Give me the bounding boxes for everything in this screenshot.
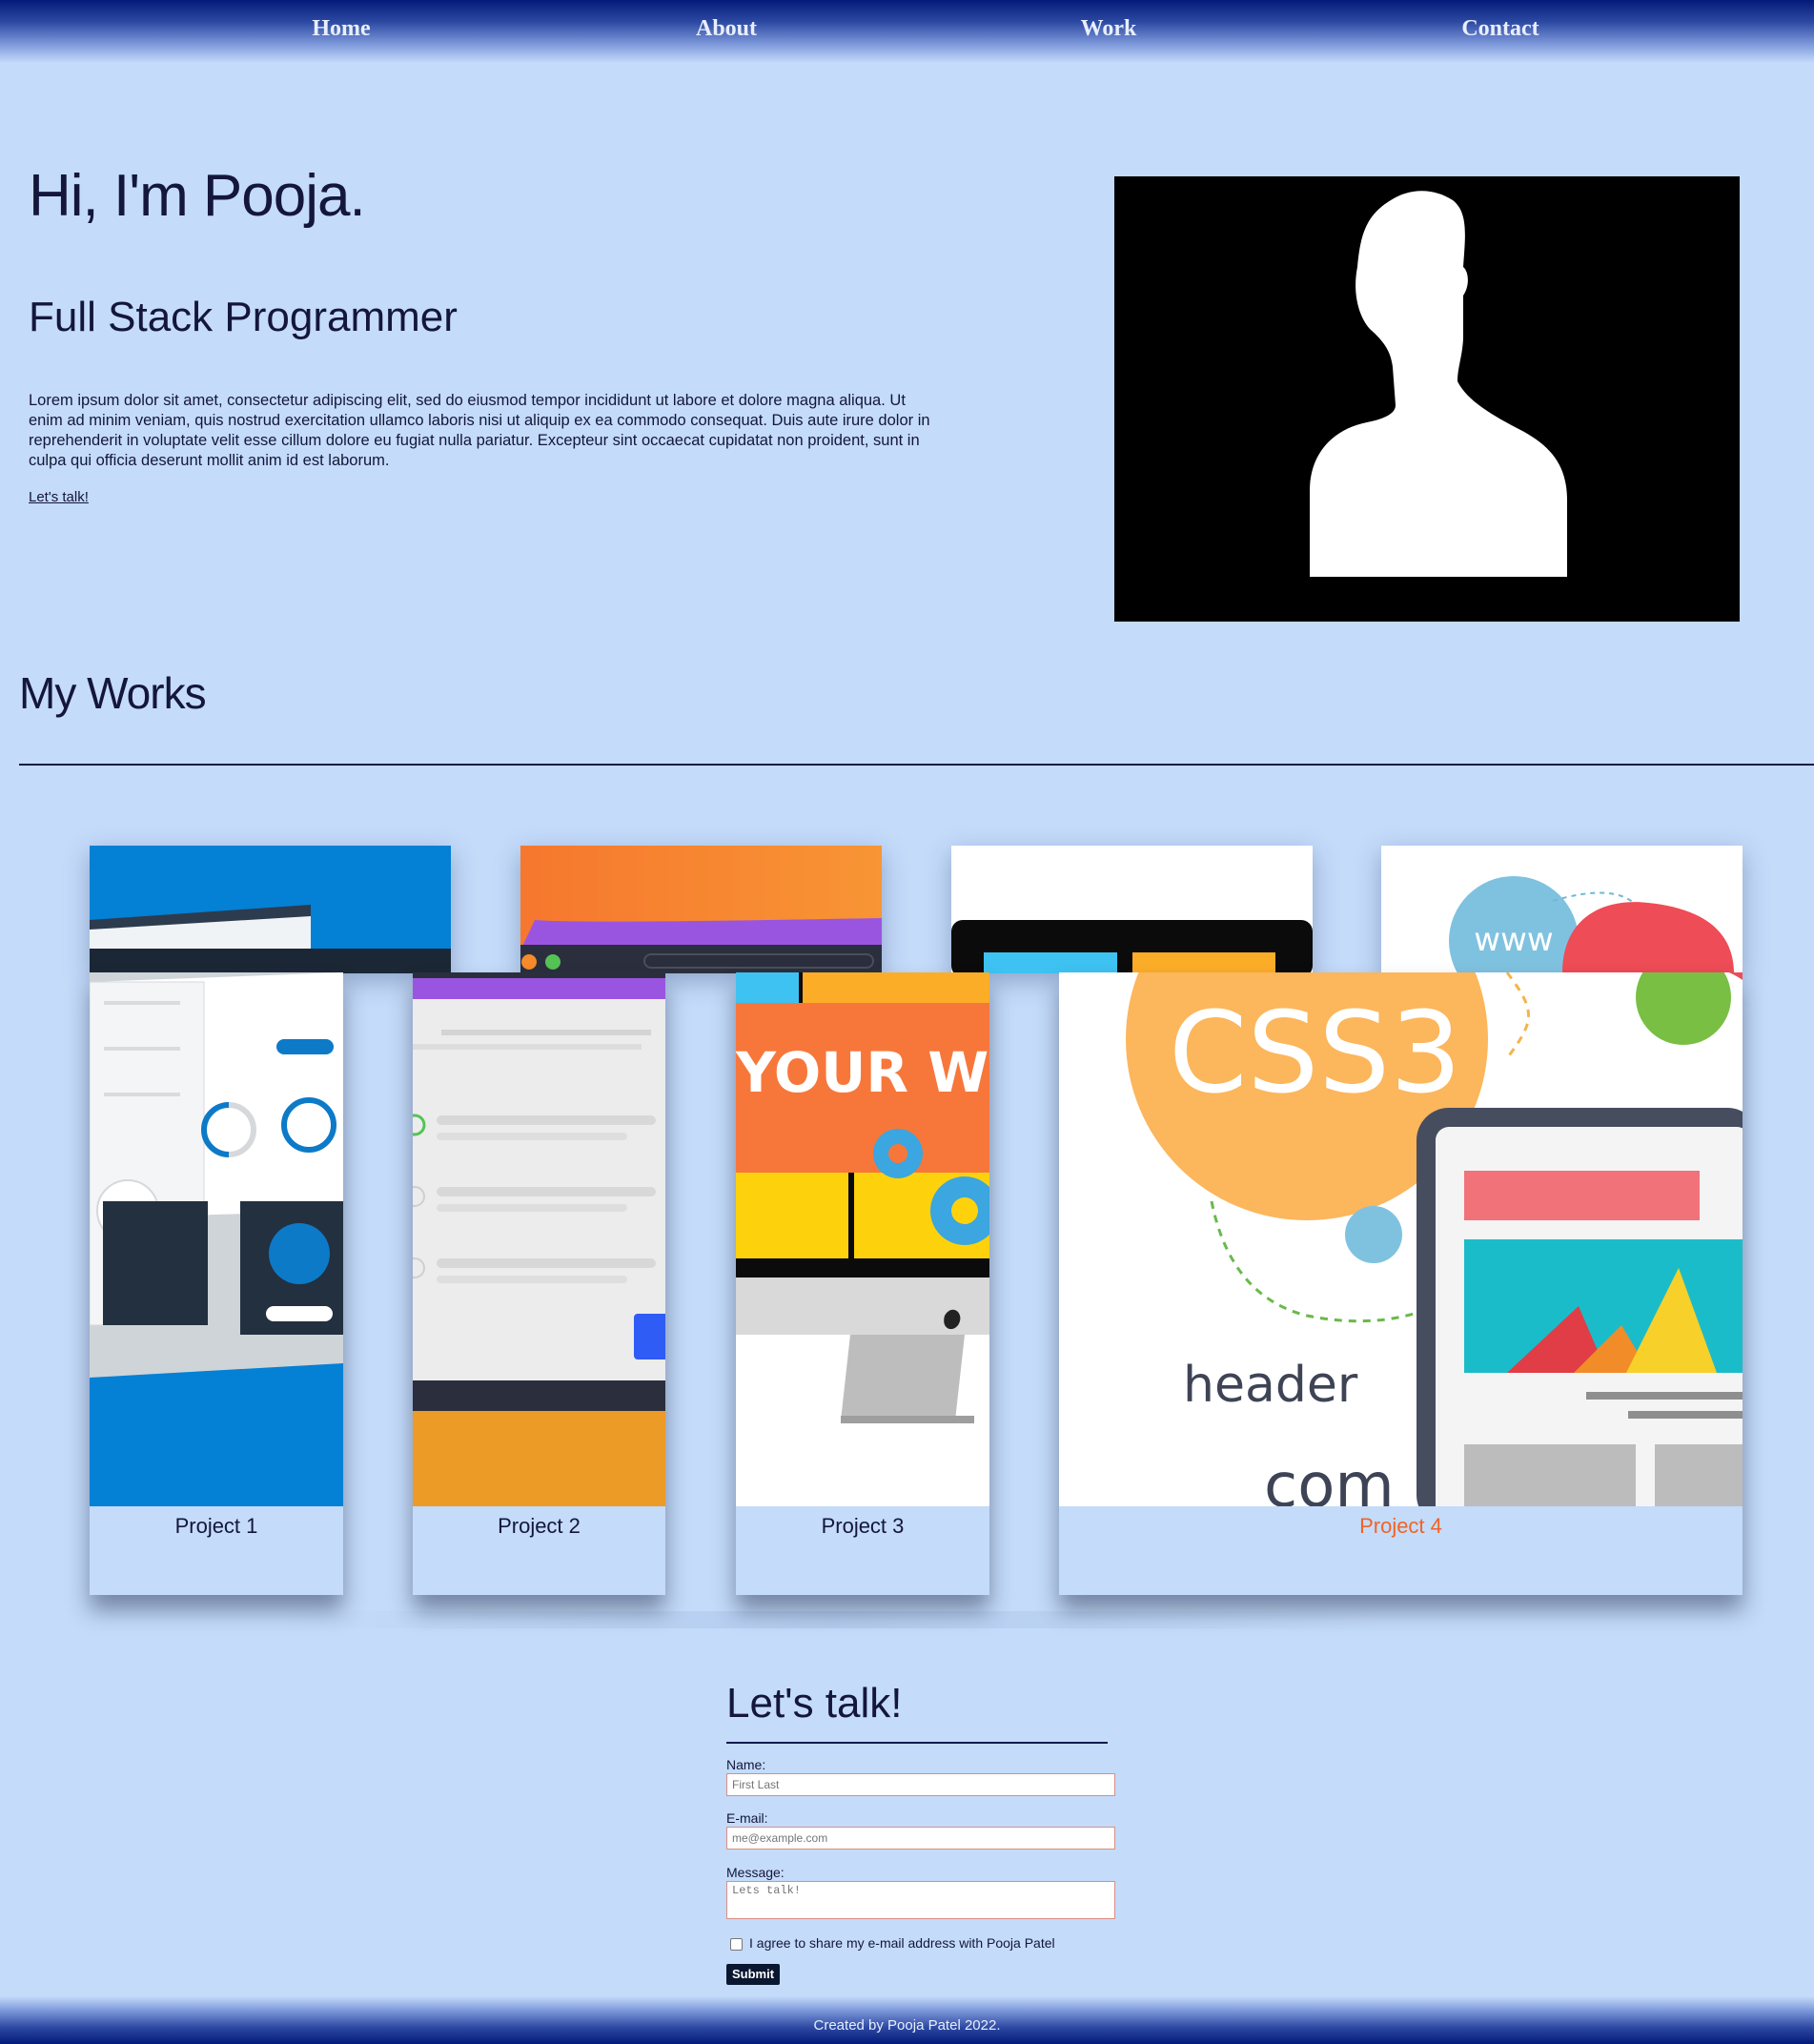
project-3-card[interactable]: YOUR WE Project 3 <box>736 972 989 1595</box>
contact-title: Let's talk! <box>726 1680 903 1727</box>
works-divider <box>19 764 1814 766</box>
your-web-text: YOUR WE <box>736 1040 989 1105</box>
message-label: Message: <box>726 1865 785 1880</box>
web-form-mockup-icon <box>413 972 665 1411</box>
project-1-label: Project 1 <box>174 1514 258 1538</box>
contact-divider <box>726 1742 1108 1744</box>
project-3-label: Project 3 <box>821 1514 905 1538</box>
css3-illustration: CSS3 header com <box>1126 972 1743 1506</box>
project-4-label: Project 4 <box>1359 1514 1442 1538</box>
project-1-image <box>90 972 343 1506</box>
profile-avatar-image <box>1114 176 1740 622</box>
project-1-preview-back <box>90 846 451 973</box>
hero-description: Lorem ipsum dolor sit amet, consectetur … <box>29 392 930 469</box>
project-2-image <box>413 972 665 1506</box>
nav-work-link[interactable]: Work <box>1081 16 1137 42</box>
name-label: Name: <box>726 1757 766 1772</box>
works-title: My Works <box>19 668 207 718</box>
com-text: com <box>1264 1451 1395 1506</box>
project-2-label: Project 2 <box>498 1514 581 1538</box>
www-text: www <box>1474 921 1553 959</box>
submit-button[interactable]: Submit <box>726 1964 780 1985</box>
footer: Created by Pooja Patel 2022. <box>0 1996 1814 2044</box>
name-field[interactable] <box>726 1773 1115 1796</box>
desktop-monitor-icon: YOUR WE <box>736 972 989 1423</box>
css3-text: CSS3 <box>1169 987 1461 1118</box>
project-3-preview-back <box>951 846 1313 973</box>
header-text: header <box>1183 1357 1358 1414</box>
lets-talk-link[interactable]: Let's talk! <box>29 489 89 505</box>
project-2-preview-back <box>520 846 882 973</box>
consent-checkbox[interactable] <box>730 1938 743 1951</box>
top-nav: Home About Work Contact <box>0 0 1814 63</box>
works-shadow <box>286 1611 1382 1628</box>
project-4-preview-back: www <box>1381 846 1743 973</box>
monitor-icon <box>951 920 1313 973</box>
dashboard-mockup-icon <box>90 905 451 973</box>
person-silhouette-icon <box>1310 191 1567 577</box>
nav-about-link[interactable]: About <box>696 16 757 42</box>
nav-home-link[interactable]: Home <box>312 16 370 42</box>
email-field[interactable] <box>726 1827 1115 1850</box>
consent-label: I agree to share my e-mail address with … <box>749 1935 1055 1951</box>
project-1-card[interactable]: Project 1 <box>90 972 343 1595</box>
hero-subtitle: Full Stack Programmer <box>29 294 458 340</box>
nav-contact-link[interactable]: Contact <box>1461 16 1539 42</box>
web-icons-illustration: www <box>1449 876 1734 973</box>
project-4-card[interactable]: CSS3 header com Project 4 <box>1059 972 1743 1595</box>
message-textarea[interactable] <box>726 1881 1115 1919</box>
dashboard-ui-icon <box>90 972 343 1378</box>
browser-mockup-icon <box>520 918 882 973</box>
footer-text: Created by Pooja Patel 2022. <box>813 2017 1001 2034</box>
email-label: E-mail: <box>726 1810 768 1826</box>
project-2-card[interactable]: Project 2 <box>413 972 665 1595</box>
project-4-image: CSS3 header com <box>1059 972 1743 1506</box>
project-3-image: YOUR WE <box>736 972 989 1506</box>
hero-title: Hi, I'm Pooja. <box>29 163 366 229</box>
